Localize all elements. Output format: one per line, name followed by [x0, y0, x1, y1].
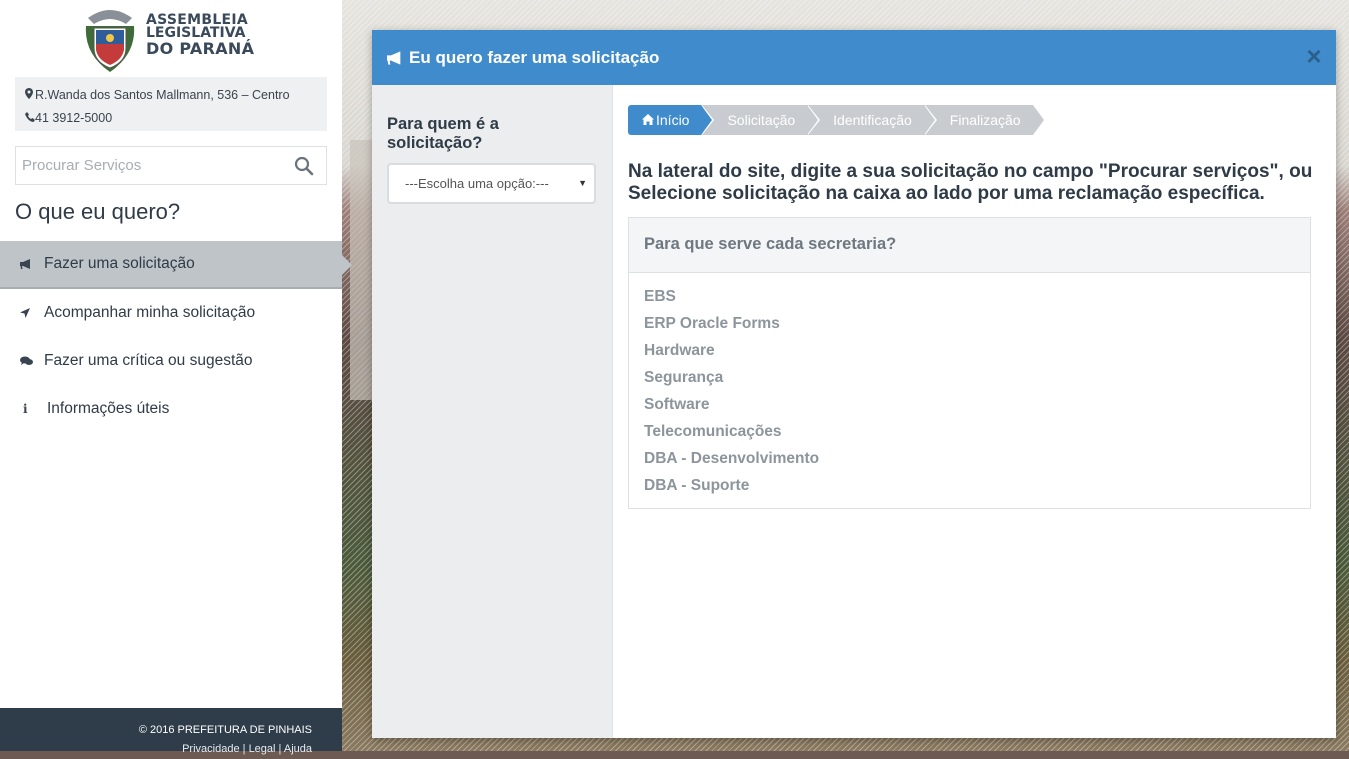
home-icon	[642, 105, 656, 135]
step-solicitacao[interactable]: Solicitação	[701, 105, 820, 135]
sidebar-item-label: Acompanhar minha solicitação	[44, 304, 256, 321]
phone-icon	[25, 108, 35, 130]
sidebar-item-acompanhar[interactable]: Acompanhar minha solicitação	[0, 289, 342, 337]
address-line: R.Wanda dos Santos Mallmann, 536 – Centr…	[25, 84, 317, 107]
separator: |	[278, 743, 282, 755]
logo-text: ASSEMBLEIA LEGISLATIVA DO PARANÁ	[146, 13, 255, 58]
step-label: Início	[656, 112, 690, 128]
search-icon[interactable]	[294, 156, 314, 176]
select-value: ---Escolha uma opção:---	[405, 176, 549, 191]
bullhorn-icon	[20, 259, 44, 269]
legal-link[interactable]: Legal	[249, 743, 276, 755]
step-breadcrumb: Início Solicitação Identificação Finaliz…	[628, 105, 1046, 135]
bullhorn-icon	[387, 50, 409, 65]
step-finalizacao[interactable]: Finalização	[923, 105, 1046, 135]
sidebar-item-label: Fazer uma solicitação	[44, 255, 195, 272]
department-item[interactable]: Segurança	[644, 368, 1310, 395]
instructions-text: Na lateral do site, digite a sua solicit…	[628, 161, 1313, 204]
step-label: Solicitação	[727, 112, 796, 128]
separator: |	[242, 743, 246, 755]
caret-down-icon: ▼	[578, 178, 587, 188]
sidebar-title: O que eu quero?	[15, 199, 181, 224]
info-icon: i	[23, 402, 28, 416]
phone-line: 41 3912-5000	[25, 107, 317, 130]
request-modal: Eu quero fazer uma solicitação × Para qu…	[372, 30, 1336, 738]
department-item[interactable]: Software	[644, 395, 1310, 422]
department-list: EBS ERP Oracle Forms Hardware Segurança …	[629, 273, 1310, 503]
department-item[interactable]: DBA - Suporte	[644, 476, 1310, 503]
logo-line-3: DO PARANÁ	[146, 39, 255, 58]
sidebar-item-informacoes[interactable]: i Informações úteis	[0, 385, 342, 433]
department-item[interactable]: DBA - Desenvolvimento	[644, 449, 1310, 476]
modal-left-panel: Para quem é a solicitação? ---Escolha um…	[372, 85, 613, 738]
sidebar-item-label: Informações úteis	[47, 400, 170, 417]
department-item[interactable]: EBS	[644, 287, 1310, 314]
coat-of-arms-icon	[85, 10, 135, 72]
search-input[interactable]	[16, 147, 288, 184]
logo[interactable]: ASSEMBLEIA LEGISLATIVA DO PARANÁ	[82, 4, 262, 74]
modal-header: Eu quero fazer uma solicitação ×	[372, 30, 1336, 85]
footer-links: Privacidade | Legal | Ajuda	[0, 740, 312, 759]
department-item[interactable]: Hardware	[644, 341, 1310, 368]
search-box	[15, 146, 327, 185]
sidebar-item-label: Fazer uma crítica ou sugestão	[44, 352, 253, 369]
recipient-select[interactable]: ---Escolha uma opção:--- ▼	[387, 163, 596, 204]
department-item[interactable]: Telecomunicações	[644, 422, 1310, 449]
help-link[interactable]: Ajuda	[284, 743, 312, 755]
close-button[interactable]: ×	[1303, 43, 1325, 69]
sidebar: ASSEMBLEIA LEGISLATIVA DO PARANÁ R.Wanda…	[0, 0, 352, 755]
panel-heading: Para que serve cada secretaria?	[629, 218, 1310, 273]
address-text: R.Wanda dos Santos Mallmann, 536 – Centr…	[35, 88, 290, 102]
map-marker-icon	[25, 85, 35, 107]
recipient-question: Para quem é a solicitação?	[387, 115, 499, 152]
privacy-link[interactable]: Privacidade	[182, 743, 239, 755]
copyright: © 2016 PREFEITURA DE PINHAIS	[138, 724, 312, 736]
sidebar-item-critica-sugestao[interactable]: Fazer uma crítica ou sugestão	[0, 337, 342, 385]
step-identificacao[interactable]: Identificação	[807, 105, 937, 135]
step-label: Finalização	[949, 112, 1021, 128]
sidebar-menu: Fazer uma solicitação Acompanhar minha s…	[0, 241, 352, 433]
departments-panel: Para que serve cada secretaria? EBS ERP …	[628, 217, 1311, 509]
modal-title: Eu quero fazer uma solicitação	[409, 47, 660, 67]
footer: © 2016 PREFEITURA DE PINHAIS Privacidade…	[0, 708, 342, 755]
phone-text: 41 3912-5000	[35, 111, 113, 125]
department-item[interactable]: ERP Oracle Forms	[644, 314, 1310, 341]
step-label: Identificação	[833, 112, 912, 128]
location-arrow-icon	[20, 308, 44, 318]
step-inicio[interactable]: Início	[628, 105, 716, 135]
comments-icon	[20, 356, 44, 366]
contact-box: R.Wanda dos Santos Mallmann, 536 – Centr…	[15, 77, 327, 131]
sidebar-item-fazer-solicitacao[interactable]: Fazer uma solicitação	[0, 241, 352, 289]
